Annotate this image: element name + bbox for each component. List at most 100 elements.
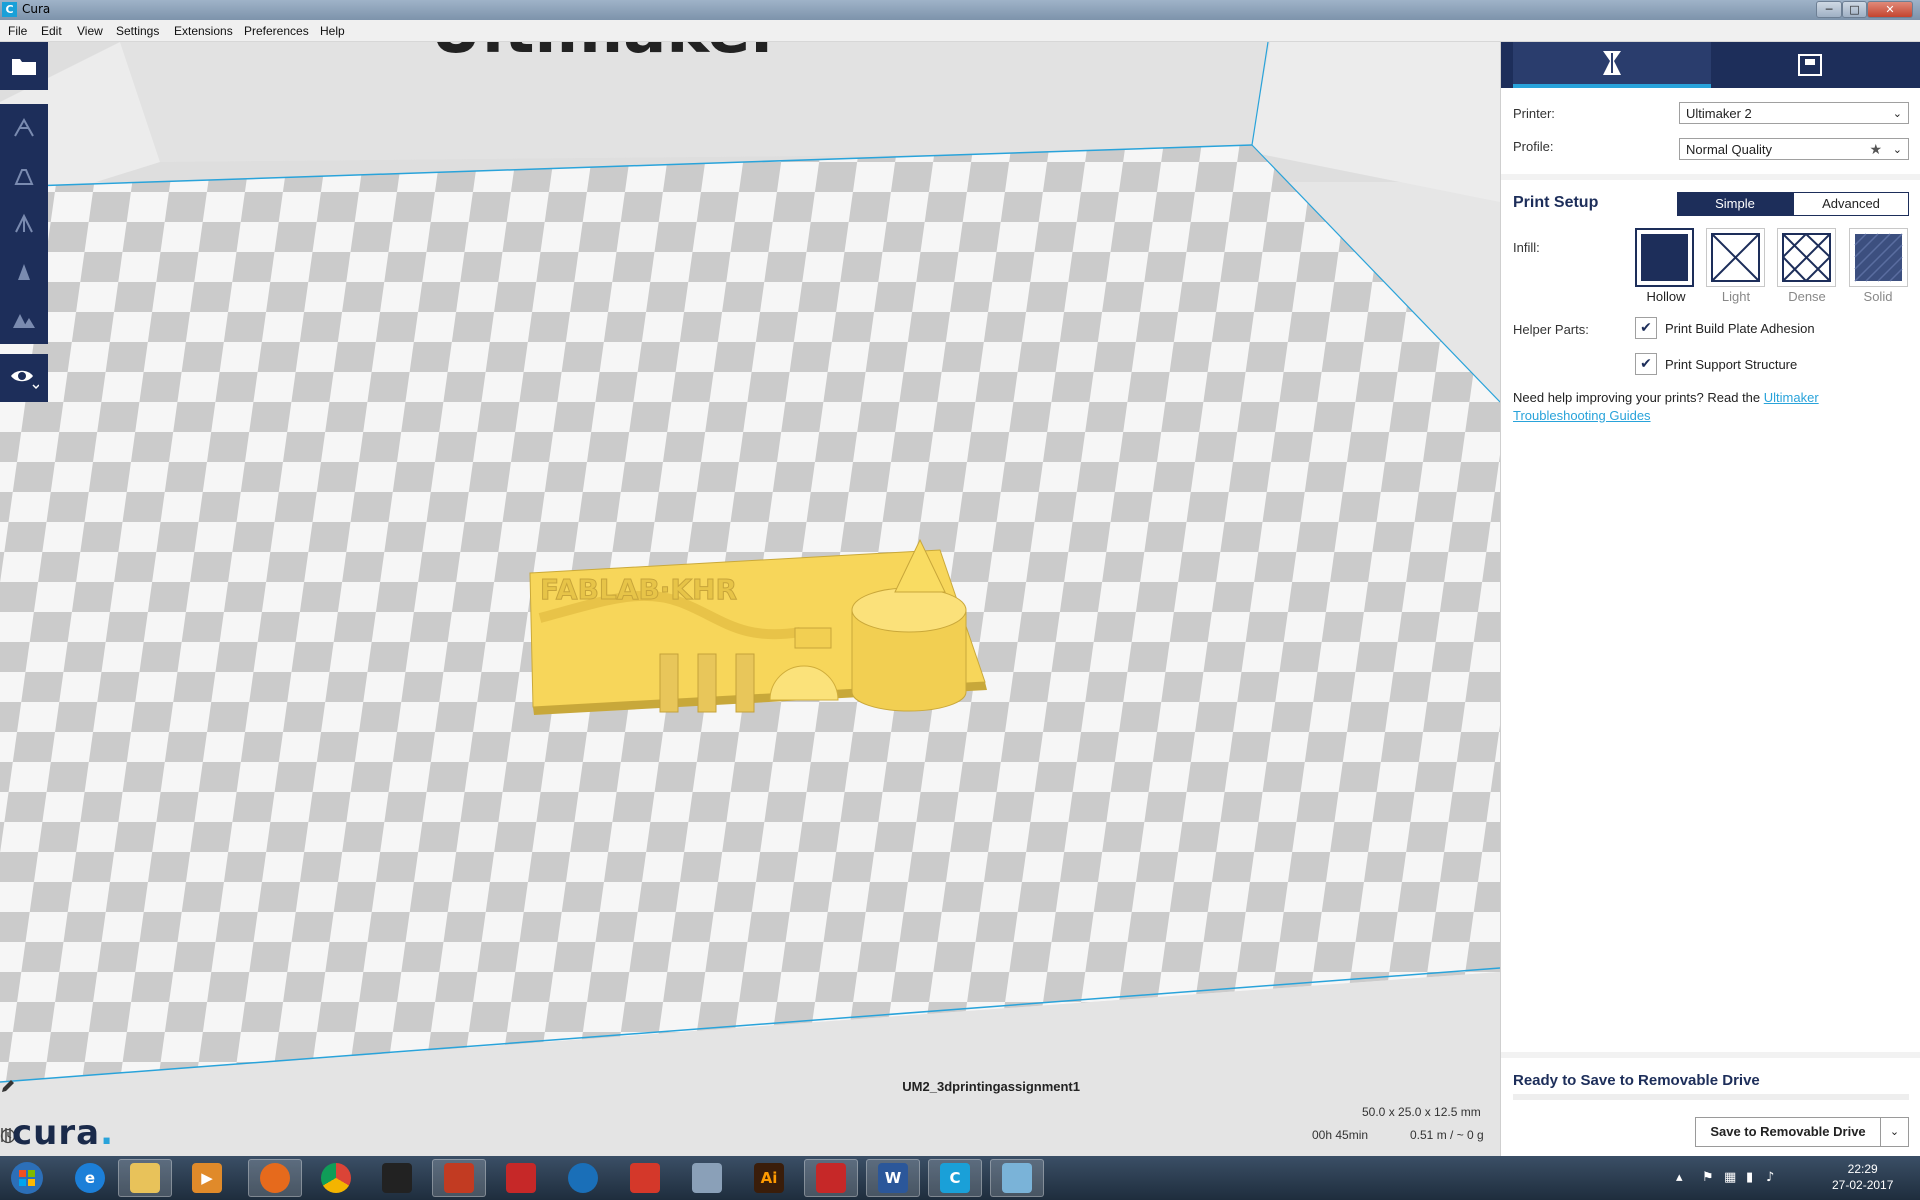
battery-icon[interactable]: ▮ [1746, 1170, 1753, 1185]
open-file-toolbar [0, 42, 48, 90]
rotate-tool-button[interactable] [0, 200, 48, 248]
menu-help[interactable]: Help [320, 24, 345, 38]
maximize-button[interactable]: □ [1842, 1, 1867, 18]
view-mode-button[interactable] [0, 354, 48, 402]
taskbar-keyboard[interactable] [680, 1159, 734, 1197]
pdf-icon [506, 1163, 536, 1193]
scale-icon [14, 169, 34, 185]
infill-dense-label: Dense [1788, 289, 1826, 304]
action-center-icon[interactable]: ⚑ [1702, 1170, 1714, 1185]
infill-solid-option[interactable] [1849, 228, 1908, 287]
logo-text: cura [12, 1113, 101, 1153]
save-options-dropdown[interactable]: ⌄ [1881, 1117, 1909, 1147]
tray-expand-icon[interactable]: ▴ [1676, 1170, 1683, 1185]
taskbar-app-a[interactable] [370, 1159, 424, 1197]
system-clock[interactable]: 22:29 27-02-2017 [1832, 1161, 1893, 1193]
build-volume-scene[interactable]: Ultimaker FABLAB·KHR [0, 42, 1500, 1156]
media-player-icon: ▶ [192, 1163, 222, 1193]
taskbar-ccleaner[interactable] [432, 1159, 486, 1197]
illustrator-icon: Ai [754, 1163, 784, 1193]
infill-hollow-option[interactable] [1635, 228, 1694, 287]
job-name[interactable]: UM2_3dprintingassignment1 [902, 1079, 1080, 1094]
close-button[interactable]: ✕ [1867, 1, 1913, 18]
taskbar-chrome[interactable] [309, 1159, 363, 1197]
menu-preferences[interactable]: Preferences [244, 24, 309, 38]
help-text-prefix: Need help improving your prints? Read th… [1513, 390, 1764, 405]
taskbar-cura[interactable]: C [928, 1159, 982, 1197]
clock-time: 22:29 [1847, 1162, 1878, 1176]
menu-file[interactable]: File [8, 24, 27, 38]
taskbar-app-c[interactable] [556, 1159, 610, 1197]
logo-dot: . [100, 1113, 114, 1153]
adhesion-checkbox[interactable]: ✔ [1635, 317, 1657, 339]
taskbar-word[interactable]: W [866, 1159, 920, 1197]
per-object-settings-icon [13, 314, 35, 328]
minimize-button[interactable]: ─ [1816, 1, 1842, 18]
svg-text:FABLAB·KHR: FABLAB·KHR [540, 573, 737, 606]
3d-viewport[interactable]: Ultimaker FABLAB·KHR [0, 42, 1500, 1156]
infill-light-option[interactable] [1706, 228, 1765, 287]
ready-status: Ready to Save to Removable Drive [1513, 1072, 1760, 1089]
infill-solid-label: Solid [1863, 289, 1893, 304]
taskbar-app-d[interactable] [618, 1159, 672, 1197]
cura-icon: C [940, 1163, 970, 1193]
taskbar-app-e[interactable] [804, 1159, 858, 1197]
translate-tool-button[interactable] [0, 104, 48, 152]
windows-start-icon [11, 1162, 43, 1194]
menu-view[interactable]: View [77, 24, 103, 38]
mode-advanced-button[interactable]: Advanced [1793, 192, 1909, 216]
open-file-icon [12, 59, 36, 75]
taskbar-firefox[interactable] [248, 1159, 302, 1197]
support-checkbox[interactable]: ✔ [1635, 353, 1657, 375]
scale-tool-button[interactable] [0, 152, 48, 200]
chrome-icon [321, 1163, 351, 1193]
folder-icon [130, 1163, 160, 1193]
adhesion-label: Print Build Plate Adhesion [1665, 321, 1815, 336]
printer-label: Printer: [1513, 106, 1555, 121]
tab-monitor[interactable] [1711, 42, 1909, 88]
ccleaner-icon [444, 1163, 474, 1193]
help-text: Need help improving your prints? Read th… [1513, 389, 1893, 425]
printer-select[interactable]: Ultimaker 2 ⌄ [1679, 102, 1909, 124]
tab-print-setup[interactable] [1513, 42, 1711, 88]
internet-explorer-icon: e [75, 1163, 105, 1193]
star-icon[interactable]: ★ [1869, 141, 1882, 158]
taskbar-ie[interactable]: e [63, 1159, 117, 1197]
document-icon [816, 1163, 846, 1193]
mirror-tool-button[interactable] [0, 248, 48, 296]
start-button[interactable] [2, 1157, 52, 1199]
mirror-icon [18, 264, 30, 280]
support-label: Print Support Structure [1665, 357, 1798, 372]
infill-light-icon [1711, 233, 1760, 282]
open-file-button[interactable] [0, 42, 48, 90]
taskbar-paint[interactable] [990, 1159, 1044, 1197]
taskbar-illustrator[interactable]: Ai [742, 1159, 796, 1197]
edit-pencil-icon[interactable] [0, 1078, 16, 1094]
print-setup-title: Print Setup [1513, 194, 1599, 211]
infill-dense-option[interactable] [1777, 228, 1836, 287]
volume-icon[interactable]: ♪ [1766, 1170, 1774, 1185]
windows-taskbar: e ▶ Ai W C ▴ ⚑ ▦ ▮ ♪ 22:29 27-02-2017 [0, 1156, 1920, 1200]
taskbar-app-b[interactable] [494, 1159, 548, 1197]
menu-extensions[interactable]: Extensions [174, 24, 233, 38]
per-object-settings-button[interactable] [0, 296, 48, 344]
cura-logo: cura. [12, 1113, 114, 1153]
menu-settings[interactable]: Settings [116, 24, 159, 38]
profile-select[interactable]: Normal Quality ★ ⌄ [1679, 138, 1909, 160]
eye-icon [11, 370, 39, 390]
print-time: 00h 45min [1312, 1128, 1369, 1142]
application-icon [382, 1163, 412, 1193]
save-to-removable-drive-button[interactable]: Save to Removable Drive [1695, 1117, 1881, 1147]
window-title: Cura [22, 2, 51, 16]
chevron-down-icon: ⌄ [1892, 144, 1902, 156]
mode-simple-button[interactable]: Simple [1677, 192, 1793, 216]
network-icon[interactable]: ▦ [1724, 1170, 1736, 1185]
material-usage: 0.51 m / ~ 0 g [1410, 1128, 1484, 1142]
model-dimensions: 50.0 x 25.0 x 12.5 mm [1362, 1105, 1481, 1119]
taskbar-explorer[interactable] [118, 1159, 172, 1197]
profile-value: Normal Quality [1686, 142, 1772, 157]
menu-edit[interactable]: Edit [41, 24, 62, 38]
print-setup-icon [1603, 51, 1621, 75]
taskbar-media[interactable]: ▶ [180, 1159, 234, 1197]
rotate-icon [15, 213, 33, 233]
